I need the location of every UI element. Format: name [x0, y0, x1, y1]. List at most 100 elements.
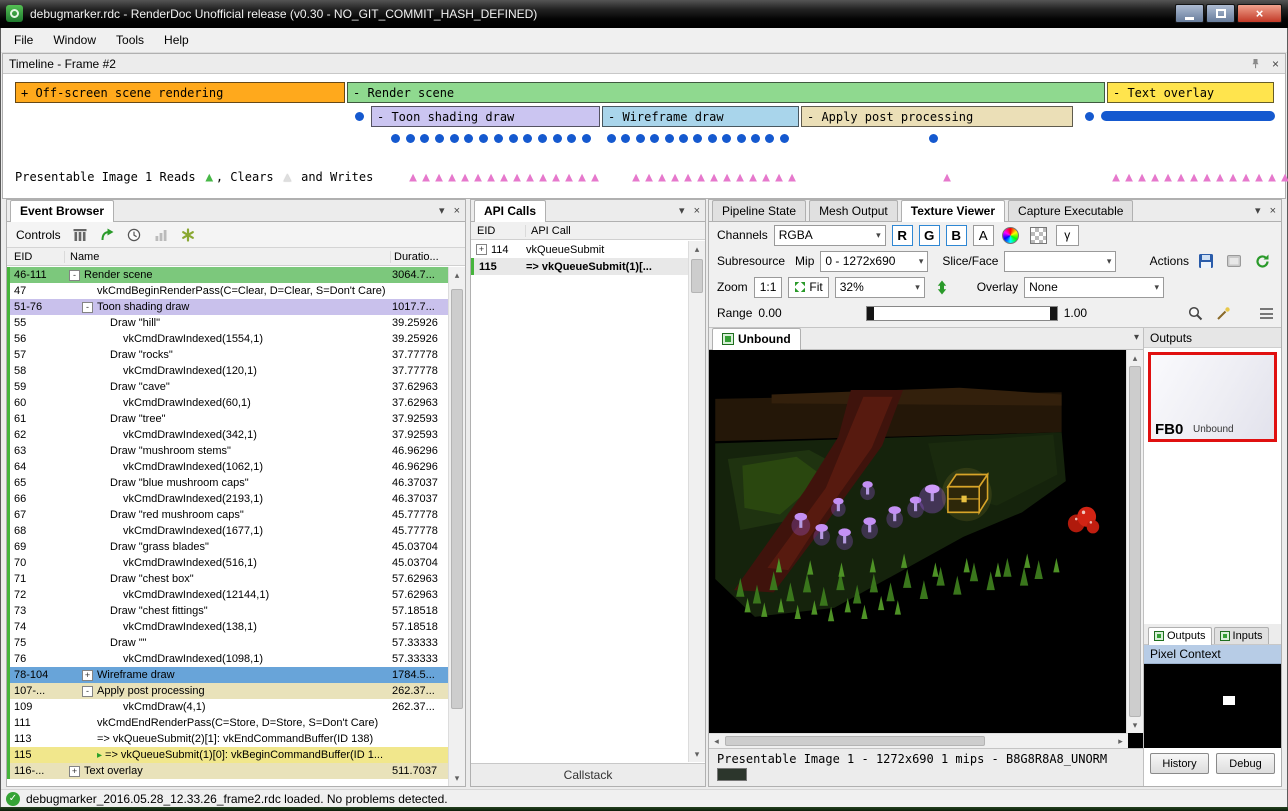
draw-event-dot[interactable]	[737, 134, 746, 143]
draw-event-dot[interactable]	[722, 134, 731, 143]
scroll-right-icon[interactable]: ▸	[1113, 734, 1128, 748]
channel-green-button[interactable]: G	[919, 225, 940, 246]
event-row[interactable]: 60vkCmdDrawIndexed(60,1)37.62963	[7, 395, 448, 411]
minimize-button[interactable]	[1175, 4, 1204, 23]
mip-select[interactable]: 0 - 1272x690▾	[820, 251, 928, 272]
zoom-range-button[interactable]	[1184, 302, 1206, 324]
draw-event-dot[interactable]	[582, 134, 591, 143]
panel-close-icon[interactable]: ×	[454, 205, 460, 217]
texture-tab-list-icon[interactable]: ▾	[1134, 332, 1139, 343]
draw-event-dot[interactable]	[464, 134, 473, 143]
tab-inputs[interactable]: Inputs	[1214, 627, 1269, 644]
write-marker-icon[interactable]: ▲	[941, 171, 954, 184]
draw-event-dot[interactable]	[751, 134, 760, 143]
gamma-button[interactable]: γ	[1056, 225, 1079, 246]
write-marker-icon[interactable]: ▲	[1240, 171, 1253, 184]
draw-event-dot[interactable]	[665, 134, 674, 143]
write-marker-icon[interactable]: ▲	[1188, 171, 1201, 184]
write-marker-icon[interactable]: ▲	[446, 171, 459, 184]
panel-close-icon[interactable]: ×	[1270, 205, 1276, 217]
event-row[interactable]: 58vkCmdDrawIndexed(120,1)37.77778	[7, 363, 448, 379]
write-marker-icon[interactable]: ▲	[459, 171, 472, 184]
tree-expander-icon[interactable]: -	[82, 686, 93, 697]
event-row[interactable]: 107-...-Apply post processing262.37...	[7, 683, 448, 699]
event-row[interactable]: 65Draw "blue mushroom caps"46.37037	[7, 475, 448, 491]
tab-pipeline-state[interactable]: Pipeline State	[712, 200, 806, 221]
texture-vertical-scrollbar[interactable]: ▴ ▾	[1126, 350, 1143, 733]
column-eid[interactable]: EID	[471, 225, 526, 237]
draw-event-dot[interactable]	[607, 134, 616, 143]
scroll-down-icon[interactable]: ▾	[1127, 717, 1143, 733]
event-row[interactable]: 62vkCmdDrawIndexed(342,1)37.92593	[7, 427, 448, 443]
panel-menu-icon[interactable]: ▾	[1255, 204, 1261, 217]
event-row[interactable]: 116-...+Text overlay511.7037	[7, 763, 448, 779]
channel-blue-button[interactable]: B	[946, 225, 967, 246]
write-marker-icon[interactable]: ▲	[1227, 171, 1240, 184]
draw-event-dot[interactable]	[450, 134, 459, 143]
tree-expander-icon[interactable]: +	[82, 670, 93, 681]
timeline-bar-wireframe[interactable]: - Wireframe draw	[602, 106, 799, 127]
tree-expander-icon[interactable]: -	[82, 302, 93, 313]
fit-button[interactable]: Fit	[788, 277, 828, 298]
write-marker-icon[interactable]: ▲	[760, 171, 773, 184]
event-row[interactable]: 75Draw ""57.33333	[7, 635, 448, 651]
custom-display-button[interactable]	[1000, 224, 1022, 246]
time-draws-clock-icon[interactable]	[126, 227, 142, 243]
event-row[interactable]: 47vkCmdBeginRenderPass(C=Clear, D=Clear,…	[7, 283, 448, 299]
write-marker-icon[interactable]: ▲	[589, 171, 602, 184]
autofit-range-button[interactable]	[1212, 302, 1234, 324]
scroll-down-icon[interactable]: ▾	[449, 770, 465, 786]
draw-event-dot[interactable]	[509, 134, 518, 143]
event-row[interactable]: 61Draw "tree"37.92593	[7, 411, 448, 427]
write-marker-icon[interactable]: ▲	[1266, 171, 1279, 184]
scroll-left-icon[interactable]: ◂	[709, 734, 724, 748]
tab-texture-viewer[interactable]: Texture Viewer	[901, 200, 1005, 222]
event-row[interactable]: 115▸=> vkQueueSubmit(1)[0]: vkBeginComma…	[7, 747, 448, 763]
api-call-row[interactable]: +114vkQueueSubmit	[471, 241, 688, 258]
bookmark-icon[interactable]	[72, 227, 88, 243]
tab-outputs[interactable]: Outputs	[1148, 627, 1212, 645]
range-slider-black-handle[interactable]	[867, 307, 874, 320]
pixel-context-view[interactable]	[1144, 664, 1281, 748]
write-marker-icon[interactable]: ▲	[734, 171, 747, 184]
draw-event-dot[interactable]	[679, 134, 688, 143]
write-marker-icon[interactable]: ▲	[708, 171, 721, 184]
draw-event-dot[interactable]	[494, 134, 503, 143]
channel-red-button[interactable]: R	[892, 225, 913, 246]
range-options-icon[interactable]	[1260, 308, 1273, 319]
scroll-up-icon[interactable]: ▴	[1127, 350, 1143, 366]
panel-close-icon[interactable]: ×	[694, 205, 700, 217]
tab-api-calls[interactable]: API Calls	[474, 200, 546, 222]
column-eid[interactable]: EID	[7, 251, 65, 263]
close-button[interactable]: ×	[1237, 4, 1282, 23]
write-marker-icon[interactable]: ▲	[524, 171, 537, 184]
range-slider-white-handle[interactable]	[1050, 307, 1057, 320]
draw-event-dot[interactable]	[391, 134, 400, 143]
api-call-row[interactable]: 115=> vkQueueSubmit(1)[...	[471, 258, 688, 275]
save-texture-button[interactable]	[1195, 250, 1217, 272]
scroll-up-icon[interactable]: ▴	[449, 267, 465, 283]
tab-event-browser[interactable]: Event Browser	[10, 200, 114, 222]
write-marker-icon[interactable]: ▲	[669, 171, 682, 184]
tab-capture-executable[interactable]: Capture Executable	[1008, 200, 1133, 221]
event-row[interactable]: 46-111-Render scene3064.7...	[7, 267, 448, 283]
menu-tools[interactable]: Tools	[106, 30, 154, 50]
title-bar[interactable]: debugmarker.rdc - RenderDoc Unofficial r…	[0, 0, 1288, 28]
timeline-bar-render-scene[interactable]: - Render scene	[347, 82, 1105, 103]
draw-event-dot[interactable]	[1085, 112, 1094, 121]
event-row[interactable]: 74vkCmdDrawIndexed(138,1)57.18518	[7, 619, 448, 635]
write-marker-icon[interactable]: ▲	[498, 171, 511, 184]
write-marker-icon[interactable]: ▲	[1279, 171, 1288, 184]
menu-help[interactable]: Help	[154, 30, 199, 50]
write-marker-icon[interactable]: ▲	[695, 171, 708, 184]
tab-mesh-output[interactable]: Mesh Output	[809, 200, 898, 221]
text-overlay-draws-bar[interactable]	[1101, 111, 1275, 121]
channels-select[interactable]: RGBA▾	[774, 225, 886, 246]
draw-event-dot[interactable]	[355, 112, 364, 121]
overlay-select[interactable]: None▾	[1024, 277, 1164, 298]
event-row[interactable]: 68vkCmdDrawIndexed(1677,1)45.77778	[7, 523, 448, 539]
event-row[interactable]: 67Draw "red mushroom caps"45.77778	[7, 507, 448, 523]
write-marker-icon[interactable]: ▲	[773, 171, 786, 184]
write-marker-icon[interactable]: ▲	[472, 171, 485, 184]
panel-menu-icon[interactable]: ▾	[679, 204, 685, 217]
